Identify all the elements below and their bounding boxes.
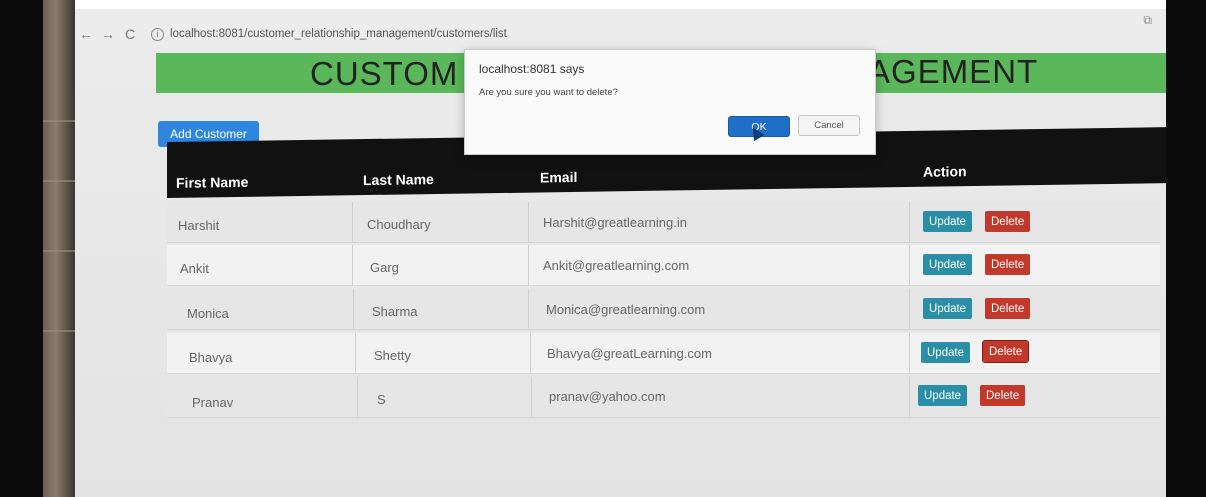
update-button[interactable]: Update <box>918 385 968 406</box>
delete-button[interactable]: Delete <box>985 211 1031 232</box>
cell-last-name: Shetty <box>374 348 411 363</box>
browser-window: ← → C i localhost:8081/customer_relation… <box>75 9 1166 497</box>
cell-email: Monica@greatlearning.com <box>546 302 706 317</box>
share-icon[interactable]: ⧉ <box>1143 13 1152 28</box>
forward-button[interactable]: → <box>97 26 119 42</box>
reload-button[interactable]: C <box>119 26 141 42</box>
table-row: Bhavya Shetty Bhavya@greatLearning.com U… <box>167 333 1160 374</box>
cell-first-name: Bhavya <box>189 350 233 365</box>
cell-last-name: Sharma <box>372 304 418 319</box>
address-bar[interactable]: i localhost:8081/customer_relationship_m… <box>151 27 507 41</box>
update-button[interactable]: Update <box>921 342 971 363</box>
delete-button[interactable]: Delete <box>985 298 1031 319</box>
table-row: Monica Sharma Monica@greatlearning.com U… <box>167 289 1160 330</box>
cell-email: Ankit@greatlearning.com <box>543 258 690 273</box>
delete-button[interactable]: Delete <box>985 254 1031 275</box>
header-email: Email <box>540 168 578 186</box>
update-button[interactable]: Update <box>923 254 973 275</box>
update-button[interactable]: Update <box>923 298 973 319</box>
header-first-name: First Name <box>176 173 249 191</box>
cell-last-name: Choudhary <box>367 217 431 232</box>
cell-first-name: Ankit <box>180 261 209 276</box>
confirm-dialog: localhost:8081 says Are you sure you wan… <box>464 49 876 155</box>
photo-letterbox-left <box>0 0 43 497</box>
cell-email: pranav@yahoo.com <box>549 389 666 404</box>
header-last-name: Last Name <box>363 171 434 189</box>
info-icon[interactable]: i <box>151 27 164 41</box>
table-row: Harshit Choudhary Harshit@greatlearning.… <box>167 202 1160 243</box>
delete-button[interactable]: Delete <box>981 340 1030 363</box>
dialog-title: localhost:8081 says <box>479 62 585 76</box>
table-row: Ankit Garg Ankit@greatlearning.com Updat… <box>167 245 1160 286</box>
photo-letterbox-right <box>1166 0 1206 497</box>
cell-email: Harshit@greatlearning.in <box>543 215 687 230</box>
table-row: Pranav S pranav@yahoo.com Update Delete <box>167 377 1160 418</box>
cell-first-name: Pranav <box>192 395 234 410</box>
page-title-right: AGEMENT <box>868 53 1039 90</box>
header-action: Action <box>923 163 967 180</box>
dialog-message: Are you sure you want to delete? <box>479 87 618 98</box>
cell-first-name: Monica <box>187 306 229 321</box>
cell-last-name: S <box>377 392 386 407</box>
url-text: localhost:8081/customer_relationship_man… <box>170 28 507 40</box>
cancel-button[interactable]: Cancel <box>798 115 860 136</box>
cell-email: Bhavya@greatLearning.com <box>547 346 712 361</box>
cell-last-name: Garg <box>370 260 399 275</box>
monitor-bezel <box>43 0 75 497</box>
page-title-left: CUSTOM <box>310 55 459 92</box>
back-button[interactable]: ← <box>75 26 97 42</box>
cell-first-name: Harshit <box>178 218 220 233</box>
browser-toolbar: ← → C i localhost:8081/customer_relation… <box>75 13 1166 47</box>
delete-button[interactable]: Delete <box>980 385 1026 406</box>
update-button[interactable]: Update <box>923 211 973 232</box>
